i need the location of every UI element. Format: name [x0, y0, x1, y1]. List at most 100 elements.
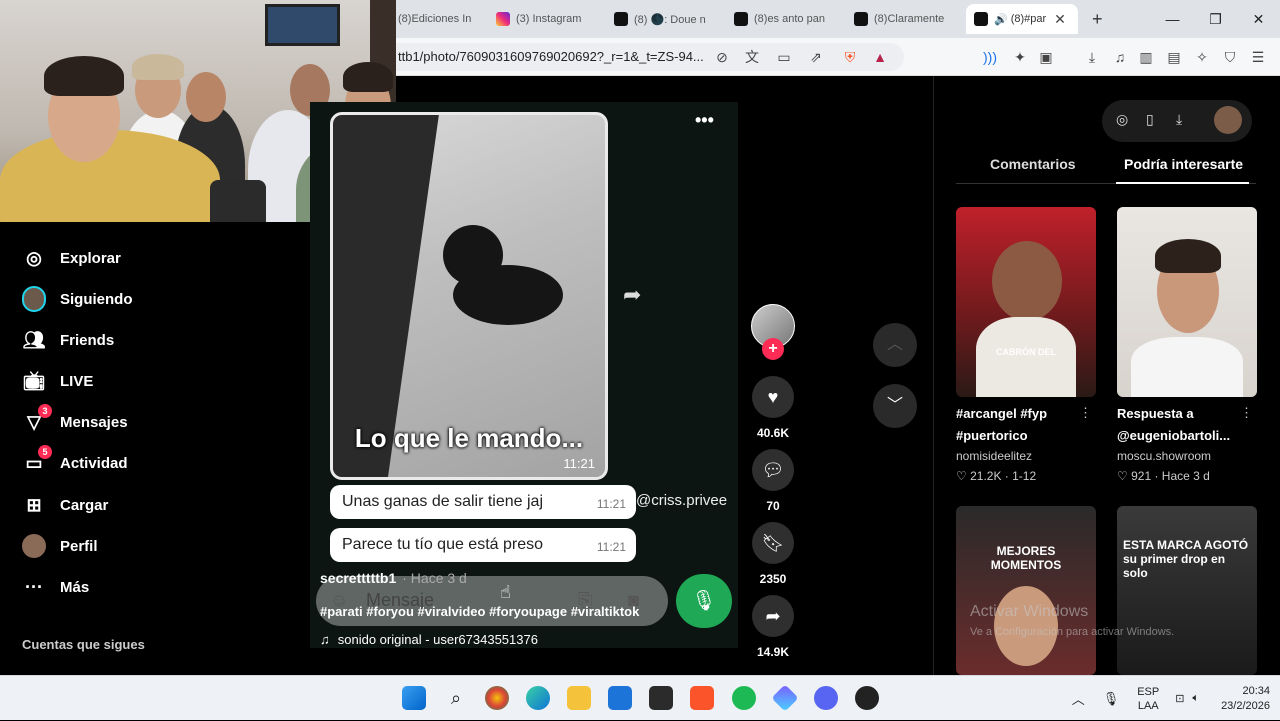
more-options-icon[interactable]: ••• — [695, 110, 714, 131]
audio-icon[interactable]: ))) — [980, 47, 1000, 67]
brave-shield-icon[interactable]: ⛨ — [840, 47, 860, 67]
share-button[interactable]: ➦ — [752, 595, 794, 637]
player-tools: ◎ ▯ ⤓ — [1102, 100, 1252, 142]
cast-icon[interactable]: ▭ — [774, 47, 794, 67]
music-line[interactable]: ♫ sonido original - user67343551376 — [320, 632, 538, 647]
windows-start-icon[interactable] — [402, 686, 426, 710]
chrome-icon[interactable] — [485, 686, 509, 710]
nav-item-actividad[interactable]: ▭ 5 Actividad — [22, 445, 128, 478]
chevron-up-icon[interactable]: ︿ — [1072, 689, 1085, 708]
menu-icon[interactable]: ☰ — [1248, 47, 1268, 67]
person-hair — [44, 56, 124, 96]
user-avatar[interactable] — [1214, 106, 1242, 134]
download-icon[interactable]: ⤓ — [1176, 111, 1182, 128]
more-vertical-icon[interactable]: ⋮ — [1079, 405, 1092, 421]
clock[interactable]: 20:34 23/2/2026 — [1221, 684, 1270, 714]
activity-badge: 5 — [38, 445, 52, 459]
mic-icon: 🎙︎ — [676, 574, 732, 628]
previous-video-button[interactable]: ︿ — [873, 323, 917, 367]
spotify-icon[interactable] — [732, 686, 756, 710]
media-icon[interactable]: ♫ — [1110, 47, 1130, 67]
forward-icon: ➦ — [623, 282, 642, 307]
comment-button[interactable]: 💬︎ — [752, 449, 794, 491]
minimize-icon[interactable]: — — [1151, 11, 1194, 27]
active-tab-indicator — [1116, 182, 1249, 184]
heart-icon: ♥ — [767, 386, 779, 407]
extensions-icon[interactable]: ✦ — [1010, 47, 1030, 67]
video-thumbnail — [1117, 207, 1257, 397]
obs-icon[interactable] — [855, 686, 879, 710]
url-field[interactable]: ttb1/photo/7609031609769020692?_r=1&_t=Z… — [396, 43, 904, 71]
activate-windows-title: Activar Windows — [970, 603, 1089, 620]
chat-photo: Lo que le mando... 11:21 — [330, 112, 608, 480]
phone-icon[interactable]: ▯ — [1146, 111, 1154, 128]
tab-podria-interesarte[interactable]: Podría interesarte — [1124, 156, 1243, 172]
volume-icon[interactable]: 🔈︎ — [1192, 692, 1199, 705]
browser-tab[interactable]: (8)Ediciones In — [398, 6, 490, 32]
app-icon[interactable] — [771, 684, 799, 712]
no-tracking-icon[interactable]: ⊘ — [712, 47, 732, 67]
nav-item-cargar[interactable]: ⊞ Cargar — [22, 490, 108, 520]
browser-tab[interactable]: (8) 🌑: Doue n — [614, 6, 726, 32]
more-vertical-icon[interactable]: ⋮ — [1240, 405, 1253, 421]
like-count: 40.6K — [756, 426, 790, 440]
tab-comentarios[interactable]: Comentarios — [990, 156, 1076, 172]
nav-item-mas[interactable]: ··· Más — [22, 572, 89, 602]
edge-icon[interactable] — [526, 686, 550, 710]
discord-icon[interactable] — [814, 686, 838, 710]
compass-icon[interactable]: ◎ — [1116, 111, 1128, 128]
nav-item-explorar[interactable]: ◎ Explorar — [22, 243, 121, 273]
nav-item-mensajes[interactable]: ▽ 3 Mensajes — [22, 404, 128, 437]
close-tab-icon[interactable]: ✕ — [1054, 11, 1066, 28]
comment-count: 70 — [766, 499, 780, 513]
download-icon[interactable]: ⤓ — [1082, 47, 1102, 67]
brave-rewards-icon[interactable]: ▲ — [870, 47, 890, 67]
person-hair — [343, 62, 393, 92]
video-thumbnail: ESTA MARCA AGOTÓ su primer drop en solo — [1117, 506, 1257, 675]
next-video-button[interactable]: ﹀ — [873, 384, 917, 428]
nav-item-live[interactable]: 📺︎ LIVE — [22, 366, 94, 396]
overlay-caption: Lo que le mando... — [354, 423, 584, 453]
translate-icon[interactable]: 文 — [742, 47, 762, 67]
author-line[interactable]: secretttttb1 · Hace 3 d — [320, 570, 467, 586]
following-section-title: Cuentas que sigues — [22, 637, 145, 652]
sticky-notes-icon[interactable] — [649, 686, 673, 710]
follow-plus-icon[interactable]: + — [762, 338, 784, 360]
chat-bubble: Parece tu tío que está preso 11:21 — [330, 528, 636, 562]
friends-icon: 👥︎ — [22, 329, 46, 350]
nav-item-perfil[interactable]: Perfil — [22, 531, 98, 561]
store-icon[interactable] — [608, 686, 632, 710]
address-bar-row: ttb1/photo/7609031609769020692?_r=1&_t=Z… — [396, 38, 1280, 76]
search-icon[interactable]: ⌕ — [444, 686, 468, 710]
photo-timestamp: 11:21 — [563, 456, 595, 471]
vpn-icon[interactable]: ⛉ — [1220, 47, 1240, 67]
maximize-icon[interactable]: ❐ — [1194, 11, 1237, 28]
save-button[interactable]: 🔖︎ — [752, 522, 794, 564]
browser-tab[interactable]: (8)es anto pan — [734, 6, 834, 32]
nav-item-friends[interactable]: 👥︎ Friends — [22, 325, 115, 355]
reader-icon[interactable]: ▣ — [1036, 47, 1056, 67]
microphone-icon[interactable]: 🎙︎ — [1103, 691, 1120, 707]
wallet-icon[interactable]: ▤ — [1164, 47, 1184, 67]
more-icon: ··· — [25, 576, 43, 597]
network-icon[interactable]: ⊡ — [1175, 692, 1184, 705]
close-window-icon[interactable]: ✕ — [1237, 11, 1280, 28]
action-rail: + ♥ 40.6K 💬︎ 70 🔖︎ 2350 ➦ 14.9K — [748, 300, 798, 670]
language-indicator[interactable]: ESP LAA — [1137, 685, 1159, 713]
window-controls: — ❐ ✕ — [1151, 0, 1280, 38]
browser-tab[interactable]: (8)Claramente — [854, 6, 954, 32]
brave-icon[interactable] — [690, 686, 714, 710]
share-icon[interactable]: ⇗ — [806, 47, 826, 67]
browser-tab-active[interactable]: 🔊 (8)#par ✕ — [966, 4, 1078, 34]
sidebar-icon[interactable]: ▥ — [1136, 47, 1156, 67]
nav-item-siguiendo[interactable]: Siguiendo — [22, 284, 133, 314]
file-explorer-icon[interactable] — [567, 686, 591, 710]
tiktok-icon — [854, 12, 868, 26]
like-button[interactable]: ♥ — [752, 376, 794, 418]
new-tab-button[interactable]: + — [1092, 6, 1103, 32]
video-player[interactable]: Lo que le mando... 11:21 ••• ➦ Unas gana… — [310, 102, 738, 648]
browser-tab[interactable]: (3) Instagram — [496, 6, 606, 32]
messages-badge: 3 — [38, 404, 52, 418]
leo-icon[interactable]: ✧ — [1192, 47, 1212, 67]
hashtags[interactable]: #parati #foryou #viralvideo #foryoupage … — [320, 604, 639, 619]
